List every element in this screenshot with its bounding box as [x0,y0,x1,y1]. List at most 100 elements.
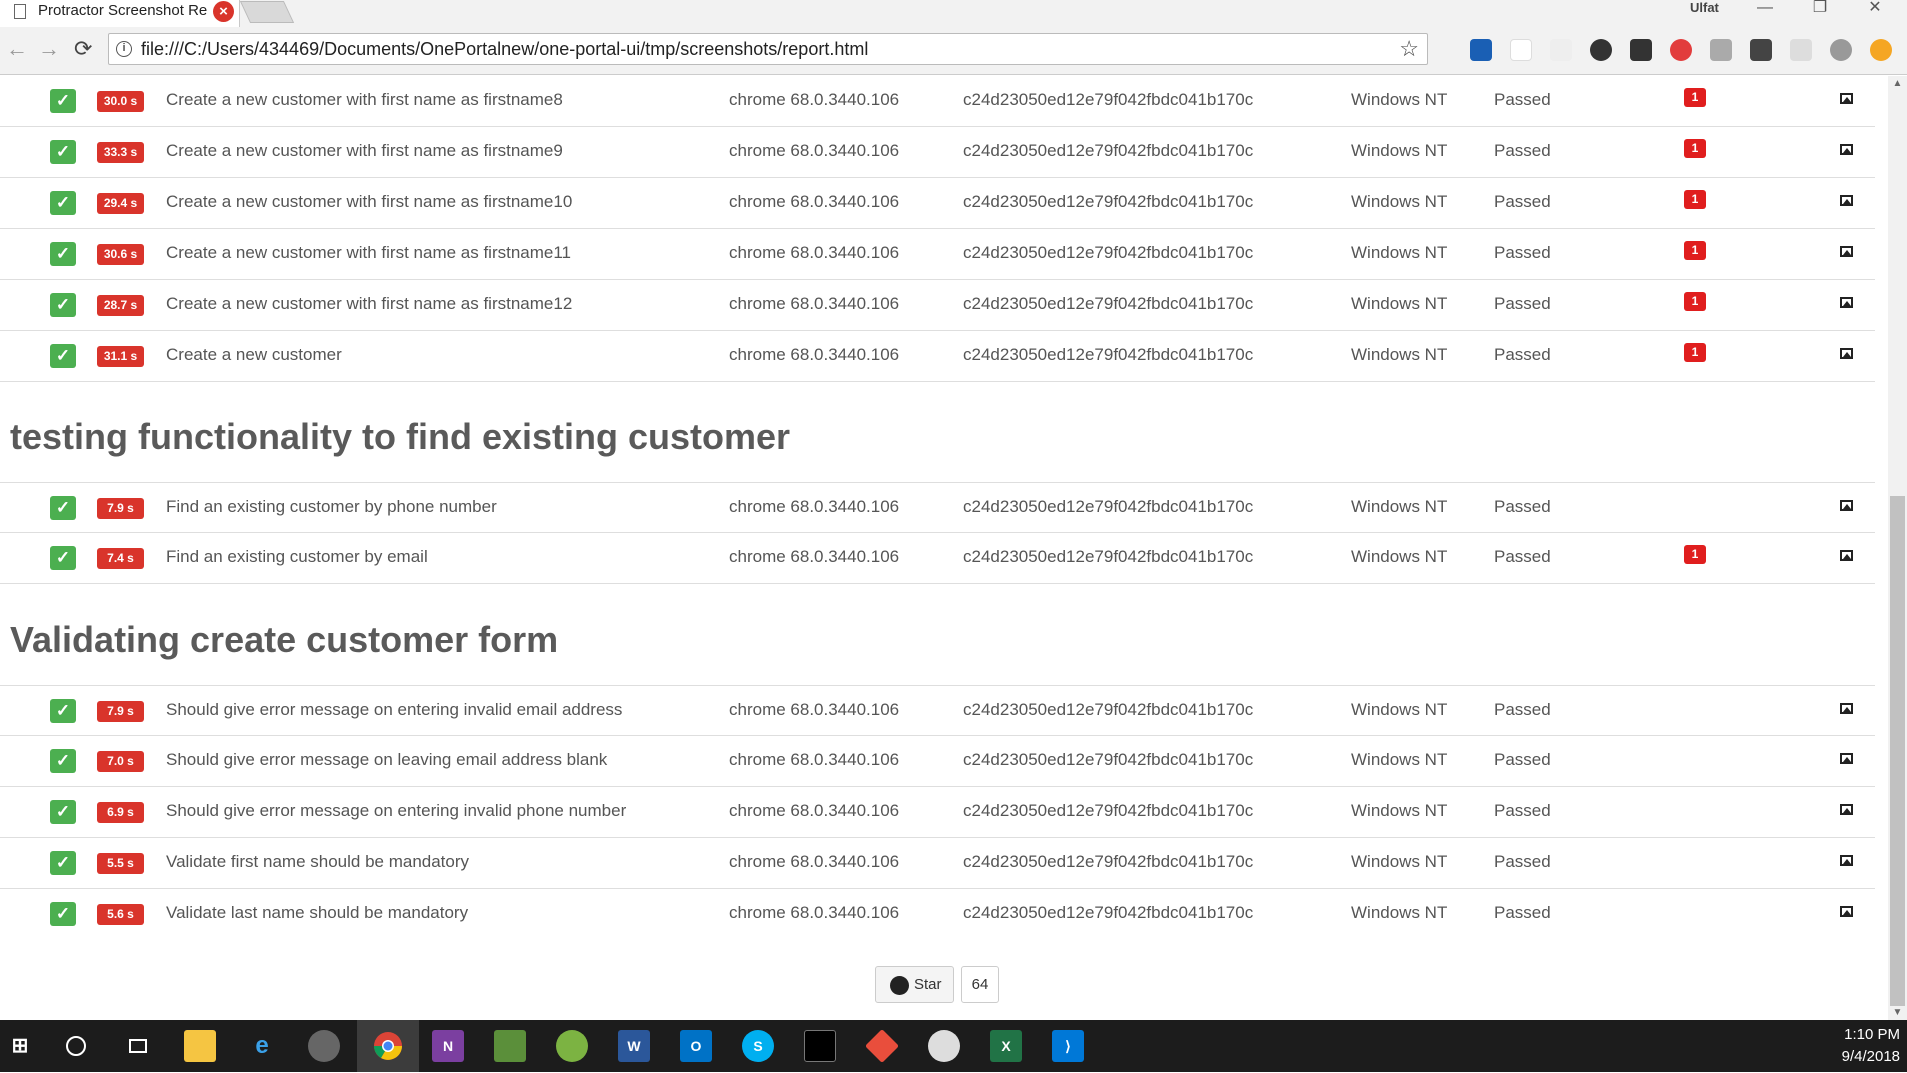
table-row[interactable]: ✓ 7.4 s Find an existing customer by ema… [0,533,1875,584]
extension-icon[interactable] [1550,39,1572,61]
profile-name[interactable]: Ulfat [1690,0,1719,15]
extension-icon[interactable] [1790,39,1812,61]
internet-explorer-icon[interactable]: e [246,1030,278,1062]
android-studio-icon[interactable] [556,1030,588,1062]
tab-close-icon[interactable]: × [213,1,234,22]
minimize-button[interactable]: — [1745,0,1785,20]
extension-icon[interactable] [1510,39,1532,61]
word-icon[interactable]: W [618,1030,650,1062]
extension-icon[interactable] [1830,39,1852,61]
screenshot-icon[interactable] [1840,348,1853,359]
table-row[interactable]: ✓ 7.0 s Should give error message on lea… [0,736,1875,787]
extension-icon[interactable] [1590,39,1612,61]
screenshot-icon[interactable] [1840,195,1853,206]
screenshot-icon[interactable] [1840,550,1853,561]
browser-log-badge[interactable]: 1 [1684,545,1706,564]
browser-log-badge[interactable]: 1 [1684,139,1706,158]
onenote-icon[interactable]: N [432,1030,464,1062]
back-button[interactable]: ← [6,37,28,61]
tab-title: Protractor Screenshot Re [38,2,208,19]
star-count[interactable]: 64 [961,966,999,1003]
table-row[interactable]: ✓ 31.1 s Create a new customer chrome 68… [0,331,1875,382]
app-icon[interactable] [494,1030,526,1062]
screenshot-icon[interactable] [1840,753,1853,764]
table-row[interactable]: ✓ 29.4 s Create a new customer with firs… [0,178,1875,229]
outlook-icon[interactable]: O [680,1030,712,1062]
search-icon[interactable] [60,1030,92,1062]
screenshot-icon[interactable] [1840,297,1853,308]
navigation-bar: ← → ⟳ i file:///C:/Users/434469/Document… [0,27,1907,75]
info-icon[interactable]: i [116,41,132,57]
test-description: Create a new customer with first name as… [166,141,563,160]
browser-log-badge[interactable]: 1 [1684,241,1706,260]
test-description: Find an existing customer by email [166,547,428,566]
windows-start-icon[interactable]: ⊞ [4,1030,36,1062]
table-row[interactable]: ✓ 7.9 s Should give error message on ent… [0,685,1875,736]
status-text: Passed [1494,547,1551,566]
test-description: Find an existing customer by phone numbe… [166,497,497,516]
browser-version: chrome 68.0.3440.106 [729,192,900,211]
restore-button[interactable]: ❐ [1800,0,1840,20]
table-row[interactable]: ✓ 6.9 s Should give error message on ent… [0,787,1875,838]
url-text[interactable]: file:///C:/Users/434469/Documents/OnePor… [141,39,868,60]
table-row[interactable]: ✓ 7.9 s Find an existing customer by pho… [0,482,1875,533]
extension-icon[interactable] [1470,39,1492,61]
bookmark-star-icon[interactable]: ☆ [1399,36,1419,62]
table-row[interactable]: ✓ 33.3 s Create a new customer with firs… [0,127,1875,178]
command-prompt-icon[interactable] [804,1030,836,1062]
file-explorer-icon[interactable] [184,1030,216,1062]
scrollbar-thumb[interactable] [1890,496,1905,1006]
screenshot-icon[interactable] [1840,93,1853,104]
browser-version: chrome 68.0.3440.106 [729,294,900,313]
status-text: Passed [1494,294,1551,313]
vscode-icon[interactable]: ⟩ [1052,1030,1084,1062]
skype-icon[interactable]: S [742,1030,774,1062]
screenshot-icon[interactable] [1840,855,1853,866]
chrome-icon[interactable] [372,1030,404,1062]
table-row[interactable]: ✓ 30.0 s Create a new customer with firs… [0,76,1875,127]
browser-log-badge[interactable]: 1 [1684,190,1706,209]
browser-log-badge[interactable]: 1 [1684,292,1706,311]
status-text: Passed [1494,192,1551,211]
address-bar[interactable]: i file:///C:/Users/434469/Documents/OneP… [108,33,1428,65]
git-icon[interactable] [865,1029,899,1063]
vertical-scrollbar[interactable]: ▲ ▼ [1888,76,1907,1020]
screenshot-icon[interactable] [1840,500,1853,511]
test-description: Create a new customer with first name as… [166,294,573,313]
duration-badge: 6.9 s [97,802,144,823]
scroll-up-icon[interactable]: ▲ [1888,78,1907,89]
window-close-button[interactable]: ✕ [1855,0,1895,20]
app-icon[interactable] [308,1030,340,1062]
github-star-button[interactable]: Star [875,966,954,1003]
excel-icon[interactable]: X [990,1030,1022,1062]
screenshot-icon[interactable] [1840,906,1853,917]
extension-icon[interactable] [1630,39,1652,61]
system-clock[interactable]: 1:10 PM 9/4/2018 [1810,1024,1900,1068]
duration-badge: 29.4 s [97,193,144,214]
screenshot-icon[interactable] [1840,804,1853,815]
platform: Windows NT [1351,243,1448,262]
browser-tab[interactable]: Protractor Screenshot Re × [0,0,240,27]
extension-icon[interactable] [1710,39,1732,61]
new-tab-button[interactable] [239,1,295,23]
shield-icon[interactable] [1750,39,1772,61]
table-row[interactable]: ✓ 5.6 s Validate last name should be man… [0,889,1875,940]
browser-log-badge[interactable]: 1 [1684,343,1706,362]
extension-icon[interactable] [1670,39,1692,61]
app-icon[interactable] [928,1030,960,1062]
scroll-down-icon[interactable]: ▼ [1888,1007,1907,1018]
browser-log-badge[interactable]: 1 [1684,88,1706,107]
reload-button[interactable]: ⟳ [74,37,92,61]
task-view-icon[interactable] [122,1030,154,1062]
browser-version: chrome 68.0.3440.106 [729,547,900,566]
forward-button[interactable]: → [38,37,60,61]
table-row[interactable]: ✓ 5.5 s Validate first name should be ma… [0,838,1875,889]
update-alert-icon[interactable] [1870,39,1892,61]
screenshot-icon[interactable] [1840,703,1853,714]
duration-badge: 7.9 s [97,498,144,519]
table-row[interactable]: ✓ 28.7 s Create a new customer with firs… [0,280,1875,331]
screenshot-icon[interactable] [1840,144,1853,155]
table-row[interactable]: ✓ 30.6 s Create a new customer with firs… [0,229,1875,280]
duration-badge: 31.1 s [97,346,144,367]
screenshot-icon[interactable] [1840,246,1853,257]
